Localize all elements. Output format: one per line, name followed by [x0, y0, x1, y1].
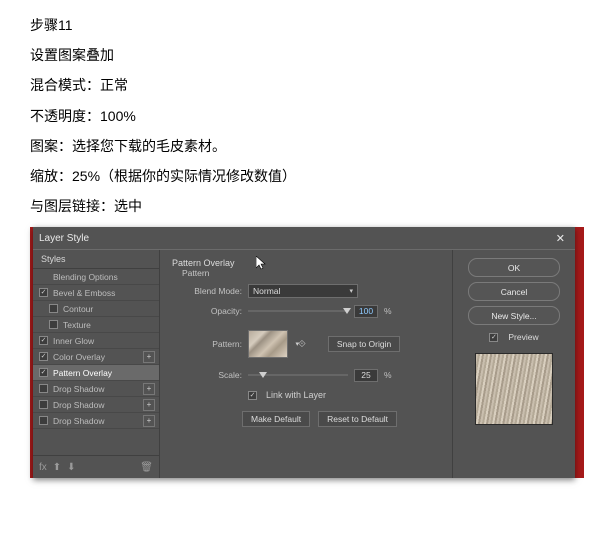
styles-footer: fx ⬆ ⬇ 🗑: [33, 455, 159, 478]
instruction-line: 混合模式：正常: [30, 76, 584, 94]
checkbox-icon[interactable]: [39, 400, 48, 409]
sidebar-item-inner-glow[interactable]: ✓ Inner Glow: [33, 333, 159, 349]
cancel-button[interactable]: Cancel: [468, 282, 560, 301]
scale-slider[interactable]: [248, 374, 348, 376]
sidebar-item-drop-shadow[interactable]: Drop Shadow +: [33, 397, 159, 413]
blend-mode-value: Normal: [253, 286, 280, 296]
scale-label: Scale:: [168, 370, 248, 380]
chevron-down-icon: ▾: [349, 287, 353, 295]
sidebar-item-label: Inner Glow: [53, 336, 94, 346]
instruction-line: 图案：选择您下载的毛皮素材。: [30, 137, 584, 155]
reset-default-button[interactable]: Reset to Default: [318, 411, 397, 427]
styles-sidebar: Styles Blending Options ✓ Bevel & Emboss…: [33, 250, 160, 478]
opacity-input[interactable]: 100: [354, 305, 378, 318]
instruction-line: 不透明度：100%: [30, 107, 584, 125]
add-effect-icon[interactable]: +: [143, 383, 155, 395]
preview-checkbox[interactable]: ✓: [489, 333, 498, 342]
dialog-title: Layer Style: [39, 233, 89, 244]
instruction-block: 步骤11 设置图案叠加 混合模式：正常 不透明度：100% 图案：选择您下载的毛…: [30, 16, 584, 215]
sidebar-item-drop-shadow[interactable]: Drop Shadow +: [33, 413, 159, 429]
link-with-layer-label: Link with Layer: [266, 390, 326, 400]
styles-header[interactable]: Styles: [33, 250, 159, 269]
sidebar-item-contour[interactable]: Contour: [33, 301, 159, 317]
slider-thumb-icon[interactable]: [259, 372, 267, 378]
move-up-icon[interactable]: ⬆: [53, 462, 61, 473]
chevron-down-icon[interactable]: ▾: [295, 340, 299, 348]
sidebar-item-bevel-emboss[interactable]: ✓ Bevel & Emboss: [33, 285, 159, 301]
group-subtitle: Pattern: [168, 268, 444, 282]
make-default-button[interactable]: Make Default: [242, 411, 310, 427]
sidebar-item-label: Pattern Overlay: [53, 368, 112, 378]
blend-mode-label: Blend Mode:: [168, 286, 248, 296]
sidebar-item-label: Color Overlay: [53, 352, 105, 362]
settings-panel: Pattern Overlay Pattern Blend Mode: Norm…: [160, 250, 452, 478]
percent-label: %: [384, 370, 392, 380]
sidebar-item-blending-options[interactable]: Blending Options: [33, 269, 159, 285]
percent-label: %: [384, 306, 392, 316]
preview-label: Preview: [508, 332, 538, 342]
right-column: OK Cancel New Style... ✓ Preview: [452, 250, 575, 478]
add-effect-icon[interactable]: +: [143, 415, 155, 427]
sidebar-item-color-overlay[interactable]: ✓ Color Overlay +: [33, 349, 159, 365]
sidebar-item-drop-shadow[interactable]: Drop Shadow +: [33, 381, 159, 397]
instruction-line: 设置图案叠加: [30, 46, 584, 64]
opacity-label: Opacity:: [168, 306, 248, 316]
checkbox-icon[interactable]: ✓: [39, 288, 48, 297]
slider-thumb-icon[interactable]: [343, 308, 351, 314]
scale-input[interactable]: 25: [354, 369, 378, 382]
checkbox-icon[interactable]: [49, 304, 58, 313]
new-style-button[interactable]: New Style...: [468, 306, 560, 325]
fx-menu-icon[interactable]: fx: [39, 462, 47, 473]
link-with-layer-checkbox[interactable]: ✓: [248, 391, 257, 400]
snap-to-origin-button[interactable]: Snap to Origin: [328, 336, 400, 352]
preview-thumbnail: [475, 353, 553, 425]
sidebar-item-label: Drop Shadow: [53, 384, 105, 394]
group-title: Pattern Overlay: [168, 256, 444, 268]
opacity-slider[interactable]: [248, 310, 348, 312]
trash-icon[interactable]: 🗑: [140, 462, 153, 473]
layer-style-dialog: Layer Style ✕ Styles Blending Options ✓ …: [33, 227, 575, 478]
checkbox-icon[interactable]: [49, 320, 58, 329]
instruction-line: 与图层链接：选中: [30, 197, 584, 215]
pattern-swatch[interactable]: ▾: [248, 330, 288, 358]
pattern-label: Pattern:: [168, 339, 248, 349]
checkbox-icon[interactable]: [39, 416, 48, 425]
screenshot-frame: Layer Style ✕ Styles Blending Options ✓ …: [30, 227, 584, 478]
move-down-icon[interactable]: ⬇: [67, 462, 75, 473]
checkbox-icon[interactable]: [39, 384, 48, 393]
sidebar-item-label: Drop Shadow: [53, 416, 105, 426]
sidebar-item-label: Bevel & Emboss: [53, 288, 115, 298]
instruction-line: 缩放：25%（根据你的实际情况修改数值）: [30, 167, 584, 185]
sidebar-item-label: Drop Shadow: [53, 400, 105, 410]
step-title: 步骤11: [30, 16, 584, 34]
add-effect-icon[interactable]: +: [143, 399, 155, 411]
checkbox-icon[interactable]: ✓: [39, 368, 48, 377]
sidebar-item-texture[interactable]: Texture: [33, 317, 159, 333]
blend-mode-select[interactable]: Normal ▾: [248, 284, 358, 298]
add-effect-icon[interactable]: +: [143, 351, 155, 363]
checkbox-icon[interactable]: ✓: [39, 336, 48, 345]
ok-button[interactable]: OK: [468, 258, 560, 277]
dialog-titlebar[interactable]: Layer Style ✕: [33, 227, 575, 250]
sidebar-item-label: Texture: [63, 320, 91, 330]
close-icon[interactable]: ✕: [552, 232, 569, 245]
sidebar-item-label: Blending Options: [53, 272, 118, 282]
sidebar-item-pattern-overlay[interactable]: ✓ Pattern Overlay: [33, 365, 159, 381]
checkbox-icon[interactable]: ✓: [39, 352, 48, 361]
sidebar-item-label: Contour: [63, 304, 93, 314]
